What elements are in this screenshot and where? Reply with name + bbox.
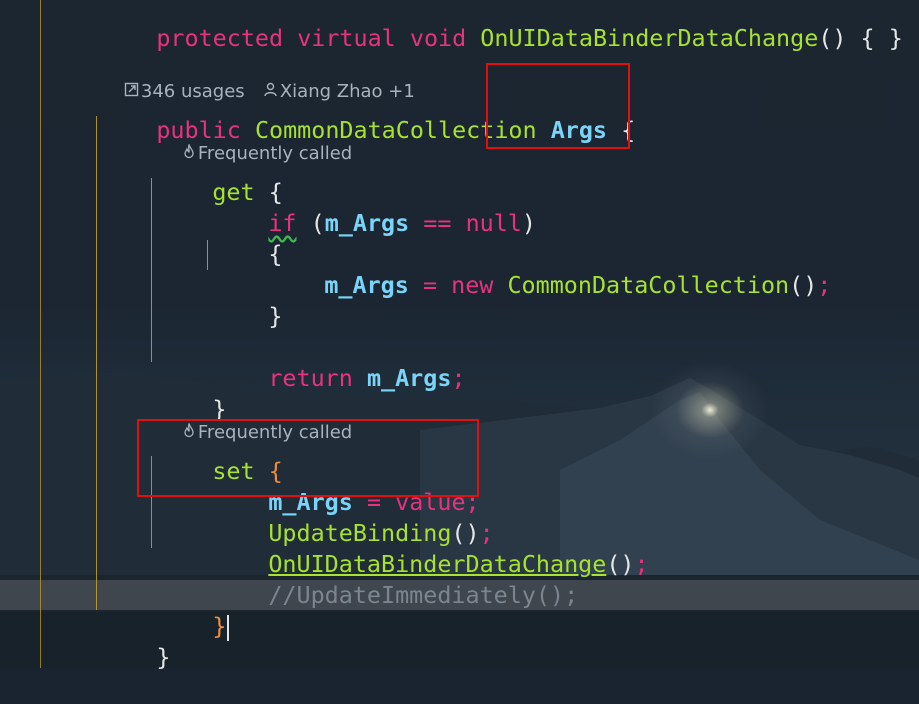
property-close-brace: } xyxy=(156,643,171,671)
if-close-brace: } xyxy=(268,302,283,330)
hint-get: Frequently called xyxy=(157,121,352,164)
method-name: OnUIDataBinderDataChange xyxy=(480,24,819,52)
operator-eq: == xyxy=(423,209,452,237)
annotation-box-args xyxy=(486,63,630,149)
code-line-on-change[interactable]: OnUIDataBinderDataChange(); xyxy=(212,518,648,578)
call-parens: () xyxy=(606,550,635,578)
ctor-parens: () xyxy=(789,271,818,299)
text-cursor xyxy=(227,614,230,641)
keyword-virtual: virtual xyxy=(297,24,396,52)
annotation-box-set xyxy=(137,419,479,497)
code-line-get[interactable]: get { xyxy=(156,146,282,206)
keyword-return: return xyxy=(268,364,353,392)
code-line-if-close[interactable]: } xyxy=(212,270,282,330)
keyword-protected: protected xyxy=(156,24,284,52)
code-line-class-close[interactable]: } xyxy=(100,611,170,671)
code-line-if[interactable]: if (m_Args == null) xyxy=(212,177,536,237)
keyword-void: void xyxy=(409,24,467,52)
set-close-brace: } xyxy=(212,612,227,640)
field-m-args: m_Args xyxy=(324,209,410,237)
code-line-if-open[interactable]: { xyxy=(212,208,282,268)
if-close-paren: ) xyxy=(521,209,536,237)
keyword-null: null xyxy=(465,209,522,237)
operator-assign: = xyxy=(422,271,438,299)
code-line-return[interactable]: return m_Args; xyxy=(212,332,465,392)
semicolon: ; xyxy=(634,550,649,578)
code-line-assign-new[interactable]: m_Args = new CommonDataCollection(); xyxy=(268,239,831,299)
indent-guide-get xyxy=(151,178,152,362)
code-line-get-close[interactable]: } xyxy=(156,363,226,423)
keyword-new: new xyxy=(451,271,494,299)
indent-guide-property xyxy=(96,116,97,610)
method-body: () { } xyxy=(818,24,903,52)
code-line-set-close[interactable]: } xyxy=(156,580,230,641)
codelens-row: 346 usages Xiang Zhao +1 xyxy=(100,59,415,102)
if-open-paren: ( xyxy=(310,209,325,237)
indent-guide-root xyxy=(40,0,41,668)
indent-guide-if-block xyxy=(207,240,208,270)
semicolon: ; xyxy=(817,271,832,299)
field-m-args: m_Args xyxy=(366,364,452,392)
comment: //UpdateImmediately(); xyxy=(268,581,579,609)
field-m-args: m_Args xyxy=(324,271,409,299)
semicolon: ; xyxy=(451,364,466,392)
type-name: CommonDataCollection xyxy=(507,271,790,299)
code-line-comment[interactable]: //UpdateImmediately(); xyxy=(212,549,578,609)
code-editor[interactable]: protected virtual void OnUIDataBinderDat… xyxy=(0,0,919,671)
code-line-onchange-decl[interactable]: protected virtual void OnUIDataBinderDat… xyxy=(100,0,902,52)
